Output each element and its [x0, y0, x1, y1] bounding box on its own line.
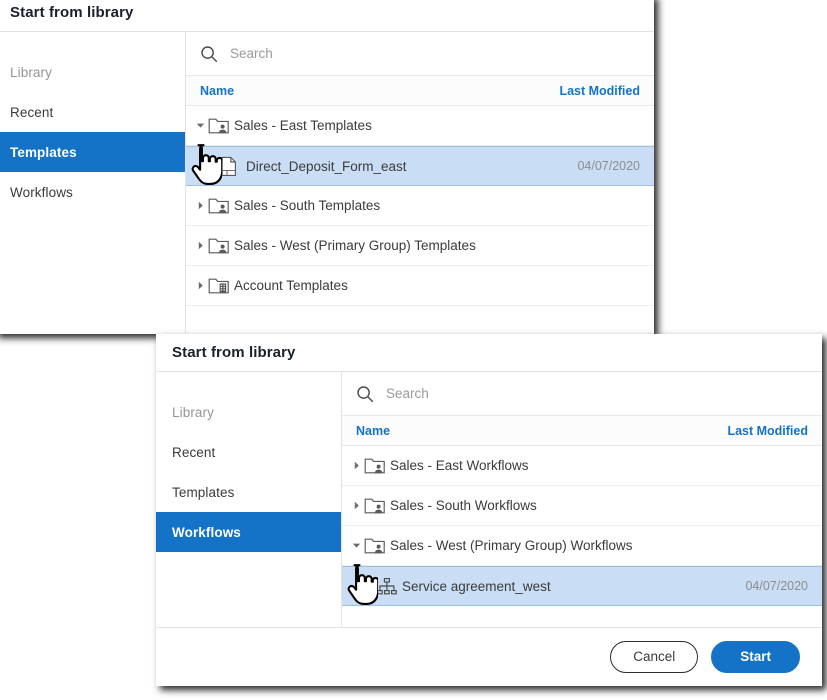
workflow-icon	[376, 577, 402, 596]
sidebar-item-label: Recent	[10, 104, 54, 120]
sidebar-item-workflows[interactable]: Workflows	[156, 512, 341, 552]
column-header-last-modified[interactable]: Last Modified	[559, 84, 640, 98]
dialog-header: Start from library	[156, 334, 822, 372]
chevron-right-icon[interactable]	[342, 501, 364, 510]
chevron-right-icon[interactable]	[342, 461, 364, 470]
row-last-modified: 04/07/2020	[577, 159, 640, 173]
library-content-panel: Name Last Modified Sales - East Template…	[186, 32, 654, 333]
search-icon	[356, 385, 374, 403]
group-folder-icon	[208, 196, 234, 215]
page-title: Start from library	[10, 4, 134, 21]
group-folder-icon	[364, 456, 390, 475]
search-input[interactable]	[386, 386, 822, 401]
start-from-library-dialog-workflows: Start from library Library Recent Templa…	[156, 334, 822, 686]
start-button[interactable]: Start	[711, 640, 800, 673]
row-label: Sales - West (Primary Group) Workflows	[390, 538, 633, 553]
table-row[interactable]: Sales - East Workflows	[342, 446, 822, 486]
column-header-name[interactable]: Name	[200, 84, 559, 98]
sidebar-item-label: Library	[10, 64, 52, 80]
dialog-body: Library Recent Templates Workflows Searc…	[0, 32, 654, 333]
document-icon	[220, 156, 246, 177]
table-row[interactable]: Sales - West (Primary Group) Templates	[186, 226, 654, 266]
column-header-last-modified[interactable]: Last Modified	[727, 424, 808, 438]
table-row[interactable]: Account Templates	[186, 266, 654, 306]
table-row[interactable]: Sales - South Templates	[186, 186, 654, 226]
sidebar-item-label: Workflows	[172, 524, 241, 540]
sidebar-item-library[interactable]: Library	[156, 392, 341, 432]
table-row[interactable]: Service agreement_west 04/07/2020	[342, 566, 822, 606]
sidebar-item-label: Recent	[172, 444, 216, 460]
search-input[interactable]	[230, 46, 654, 61]
chevron-right-icon[interactable]	[186, 241, 208, 250]
table-column-headers: Name Last Modified	[342, 416, 822, 446]
group-folder-icon	[208, 236, 234, 255]
sidebar-item-templates[interactable]: Templates	[156, 472, 341, 512]
row-label: Sales - South Workflows	[390, 498, 537, 513]
group-folder-icon	[364, 536, 390, 555]
group-folder-icon	[364, 496, 390, 515]
row-label: Account Templates	[234, 278, 348, 293]
dialog-body: Library Recent Templates Workflows Searc…	[156, 372, 822, 627]
sidebar-item-recent[interactable]: Recent	[0, 92, 185, 132]
sidebar-item-label: Workflows	[10, 184, 73, 200]
library-sidebar: Library Recent Templates Workflows	[156, 372, 342, 627]
row-label: Sales - East Workflows	[390, 458, 529, 473]
group-folder-icon	[208, 116, 234, 135]
search-bar	[342, 372, 822, 416]
table-row[interactable]: Sales - West (Primary Group) Workflows	[342, 526, 822, 566]
dialog-header: Start from library	[0, 0, 654, 32]
sidebar-item-label: Library	[172, 404, 214, 420]
library-sidebar: Library Recent Templates Workflows	[0, 32, 186, 333]
row-label: Sales - South Templates	[234, 198, 381, 213]
chevron-right-icon[interactable]	[186, 201, 208, 210]
sidebar-item-recent[interactable]: Recent	[156, 432, 341, 472]
row-label: Direct_Deposit_Form_east	[246, 158, 407, 174]
sidebar-item-label: Templates	[172, 484, 235, 500]
row-label: Service agreement_west	[402, 578, 551, 594]
chevron-down-icon[interactable]	[186, 121, 208, 130]
library-item-list: Sales - East Templates Direct_Deposit_For…	[186, 106, 654, 306]
dialog-footer: Cancel Start	[156, 627, 822, 685]
table-row[interactable]: Sales - East Templates	[186, 106, 654, 146]
sidebar-item-label: Templates	[10, 144, 77, 160]
library-content-panel: Name Last Modified Sales - East Workflow…	[342, 372, 822, 627]
account-folder-icon	[208, 276, 234, 295]
sidebar-item-library[interactable]: Library	[0, 52, 185, 92]
start-from-library-dialog-templates: Start from library Library Recent Templa…	[0, 0, 654, 334]
chevron-right-icon[interactable]	[186, 281, 208, 290]
sidebar-item-workflows[interactable]: Workflows	[0, 172, 185, 212]
row-last-modified: 04/07/2020	[745, 579, 808, 593]
library-item-list: Sales - East Workflows Sales - South Work…	[342, 446, 822, 606]
search-bar	[186, 32, 654, 76]
table-row[interactable]: Sales - South Workflows	[342, 486, 822, 526]
chevron-down-icon[interactable]	[342, 541, 364, 550]
column-header-name[interactable]: Name	[356, 424, 727, 438]
page-title: Start from library	[172, 344, 296, 361]
table-row[interactable]: Direct_Deposit_Form_east 04/07/2020	[186, 146, 654, 186]
row-label: Sales - West (Primary Group) Templates	[234, 238, 476, 253]
sidebar-item-templates[interactable]: Templates	[0, 132, 185, 172]
table-column-headers: Name Last Modified	[186, 76, 654, 106]
row-label: Sales - East Templates	[234, 118, 372, 133]
screenshot-stage: Start from library Library Recent Templa…	[0, 0, 827, 700]
cancel-button[interactable]: Cancel	[610, 640, 699, 673]
search-icon	[200, 45, 218, 63]
